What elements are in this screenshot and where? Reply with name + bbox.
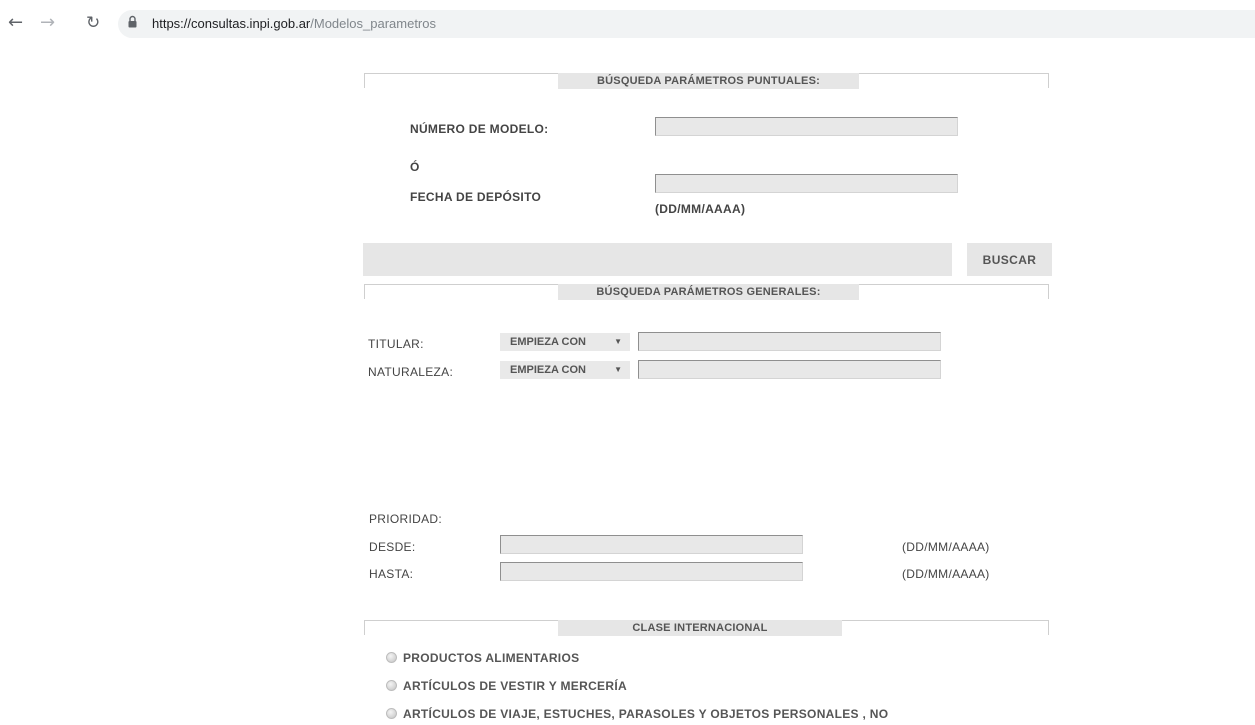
clase-title: CLASE INTERNACIONAL	[558, 620, 842, 636]
prioridad-label: PRIORIDAD:	[369, 512, 443, 526]
browser-toolbar: ← → ↻ https://consultas.inpi.gob.ar/Mode…	[0, 0, 1255, 48]
naturaleza-label: NATURALEZA:	[368, 365, 454, 379]
url-path: /Modelos_parametros	[310, 16, 436, 31]
fecha-deposito-input[interactable]	[655, 174, 958, 193]
clase-option-label: ARTÍCULOS DE VIAJE, ESTUCHES, PARASOLES …	[403, 707, 889, 721]
hasta-hint: (DD/MM/AAAA)	[902, 567, 990, 581]
fecha-deposito-label: FECHA DE DEPÓSITO	[410, 190, 542, 204]
titular-label: TITULAR:	[368, 337, 424, 351]
search-bar-strip	[363, 243, 952, 276]
buscar-button[interactable]: BUSCAR	[967, 243, 1052, 276]
reload-icon[interactable]: ↻	[86, 13, 100, 33]
puntuales-title: BÚSQUEDA PARÁMETROS PUNTUALES:	[558, 73, 859, 89]
titular-operator-select[interactable]: EMPIEZA CON ▼	[500, 333, 630, 351]
radio-button[interactable]	[386, 652, 397, 663]
numero-modelo-input[interactable]	[655, 117, 958, 136]
back-arrow-icon[interactable]: ←	[8, 13, 23, 33]
fecha-deposito-hint: (DD/MM/AAAA)	[655, 202, 746, 216]
titular-operator-value: EMPIEZA CON	[510, 336, 586, 348]
address-url: https://consultas.inpi.gob.ar/Modelos_pa…	[152, 16, 436, 31]
or-label: Ó	[410, 160, 420, 174]
forward-arrow-icon[interactable]: →	[40, 13, 55, 33]
lock-icon	[128, 15, 137, 28]
naturaleza-input[interactable]	[638, 360, 941, 379]
titular-input[interactable]	[638, 332, 941, 351]
dropdown-caret-icon: ▼	[614, 337, 622, 346]
dropdown-caret-icon: ▼	[614, 365, 622, 374]
url-host: https://consultas.inpi.gob.ar	[152, 16, 311, 31]
generales-title: BÚSQUEDA PARÁMETROS GENERALES:	[558, 284, 859, 300]
desde-input[interactable]	[500, 535, 803, 554]
hasta-label: HASTA:	[369, 567, 414, 581]
clase-option-label: ARTÍCULOS DE VESTIR Y MERCERÍA	[403, 679, 627, 693]
desde-hint: (DD/MM/AAAA)	[902, 540, 990, 554]
numero-modelo-label: NÚMERO DE MODELO:	[410, 122, 549, 136]
clase-option-label: PRODUCTOS ALIMENTARIOS	[403, 651, 580, 665]
radio-button[interactable]	[386, 680, 397, 691]
radio-button[interactable]	[386, 708, 397, 719]
naturaleza-operator-value: EMPIEZA CON	[510, 364, 586, 376]
desde-label: DESDE:	[369, 540, 416, 554]
hasta-input[interactable]	[500, 562, 803, 581]
naturaleza-operator-select[interactable]: EMPIEZA CON ▼	[500, 361, 630, 379]
